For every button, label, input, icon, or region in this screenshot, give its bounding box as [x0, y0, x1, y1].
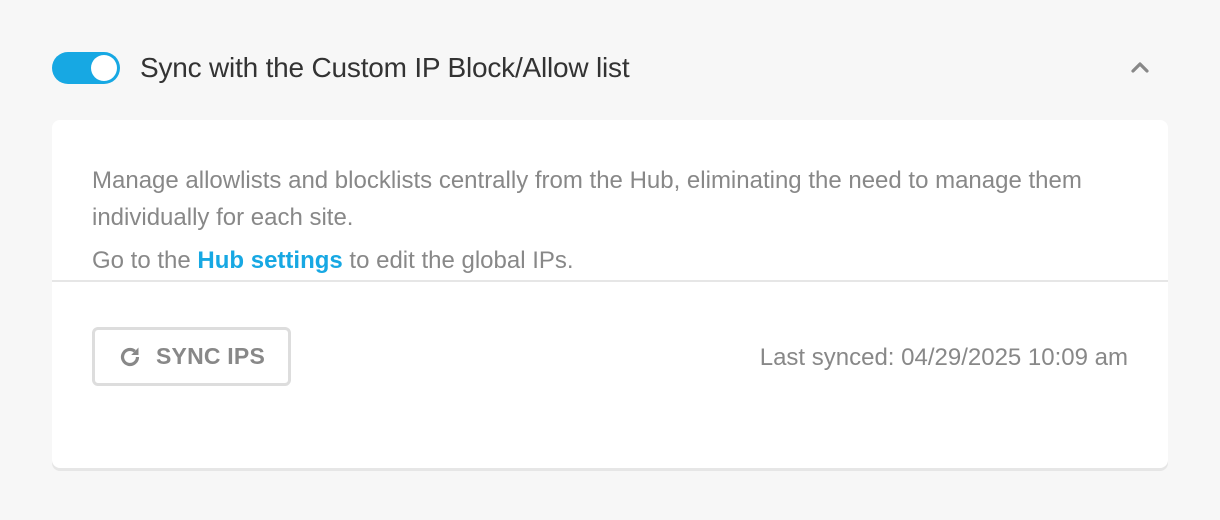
- settings-card: Manage allowlists and blocklists central…: [52, 120, 1168, 468]
- section-header: Sync with the Custom IP Block/Allow list: [52, 44, 1168, 92]
- goto-suffix: to edit the global IPs.: [342, 247, 574, 274]
- sync-ips-button[interactable]: SYNC IPS: [92, 327, 291, 386]
- goto-prefix: Go to the: [92, 247, 198, 274]
- refresh-icon: [118, 345, 142, 369]
- description-text: Manage allowlists and blocklists central…: [92, 167, 1082, 231]
- toggle-knob: [91, 55, 117, 81]
- section-title: Sync with the Custom IP Block/Allow list: [140, 52, 630, 83]
- hub-settings-line: Go to the Hub settings to edit the globa…: [92, 246, 1128, 276]
- last-synced-text: Last synced: 04/29/2025 10:09 am: [759, 344, 1128, 371]
- card-footer: SYNC IPS Last synced: 04/29/2025 10:09 a…: [52, 282, 1168, 466]
- card-body: Manage allowlists and blocklists central…: [52, 120, 1168, 282]
- sync-toggle[interactable]: [52, 52, 120, 84]
- chevron-up-icon[interactable]: [1128, 56, 1152, 80]
- hub-settings-link[interactable]: Hub settings: [197, 247, 342, 274]
- sync-button-label: SYNC IPS: [156, 343, 265, 369]
